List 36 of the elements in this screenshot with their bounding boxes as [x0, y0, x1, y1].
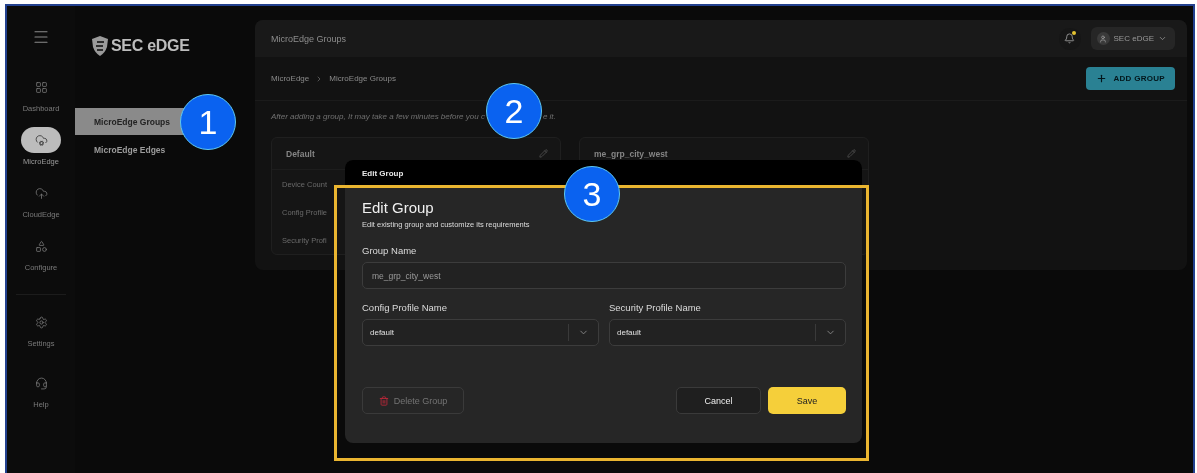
shapes-icon: [34, 239, 48, 253]
cloud-icon: [34, 133, 48, 147]
plus-icon: [1096, 73, 1108, 84]
bell-icon: [1064, 33, 1076, 44]
grid-icon: [34, 80, 48, 94]
select-field[interactable]: default: [609, 319, 846, 346]
page-title: MicroEdge Groups: [271, 33, 347, 44]
card-title: Default: [286, 148, 315, 159]
save-button[interactable]: Save: [768, 387, 846, 414]
notice-text: e it.: [542, 111, 556, 121]
logo-text: SEC eDGE: [111, 37, 190, 55]
field-label: Security Profile Name: [609, 302, 702, 313]
dialog-caption: Edit Group: [362, 169, 404, 178]
trash-icon: [378, 395, 389, 406]
user-menu-button[interactable]: SEC eDGE: [1090, 27, 1175, 50]
select-field[interactable]: default: [362, 319, 599, 346]
cancel-button[interactable]: Cancel: [676, 387, 761, 414]
dialog-title: Edit Group: [362, 199, 435, 216]
cloud-upload-icon: [34, 186, 48, 200]
field-label: Config Profile Name: [362, 302, 448, 313]
field-label: Group Name: [362, 245, 418, 256]
add-group-button[interactable]: ADD GROUP: [1086, 67, 1175, 90]
chevron-down-icon: [1158, 34, 1167, 43]
shield-logo-icon: [92, 36, 108, 56]
breadcrumb-link[interactable]: MicroEdge: [271, 74, 310, 83]
avatar-icon: [1096, 32, 1110, 45]
callout-badge: 2: [485, 83, 542, 139]
menu-icon[interactable]: [32, 28, 50, 46]
breadcrumb-link[interactable]: MicroEdge Groups: [329, 74, 396, 83]
settings-icon: [34, 315, 48, 329]
headset-icon: [34, 376, 48, 390]
card-title: me_grp_city_west: [594, 148, 668, 159]
group-name-field[interactable]: me_grp_city_west: [362, 262, 846, 289]
sidebar-item[interactable]: MicroEdge Groups: [75, 108, 185, 135]
notice-text: After adding a group, It may take a few minutes before you c: [271, 111, 485, 121]
sidebar-item[interactable]: MicroEdge Edges: [75, 136, 170, 163]
